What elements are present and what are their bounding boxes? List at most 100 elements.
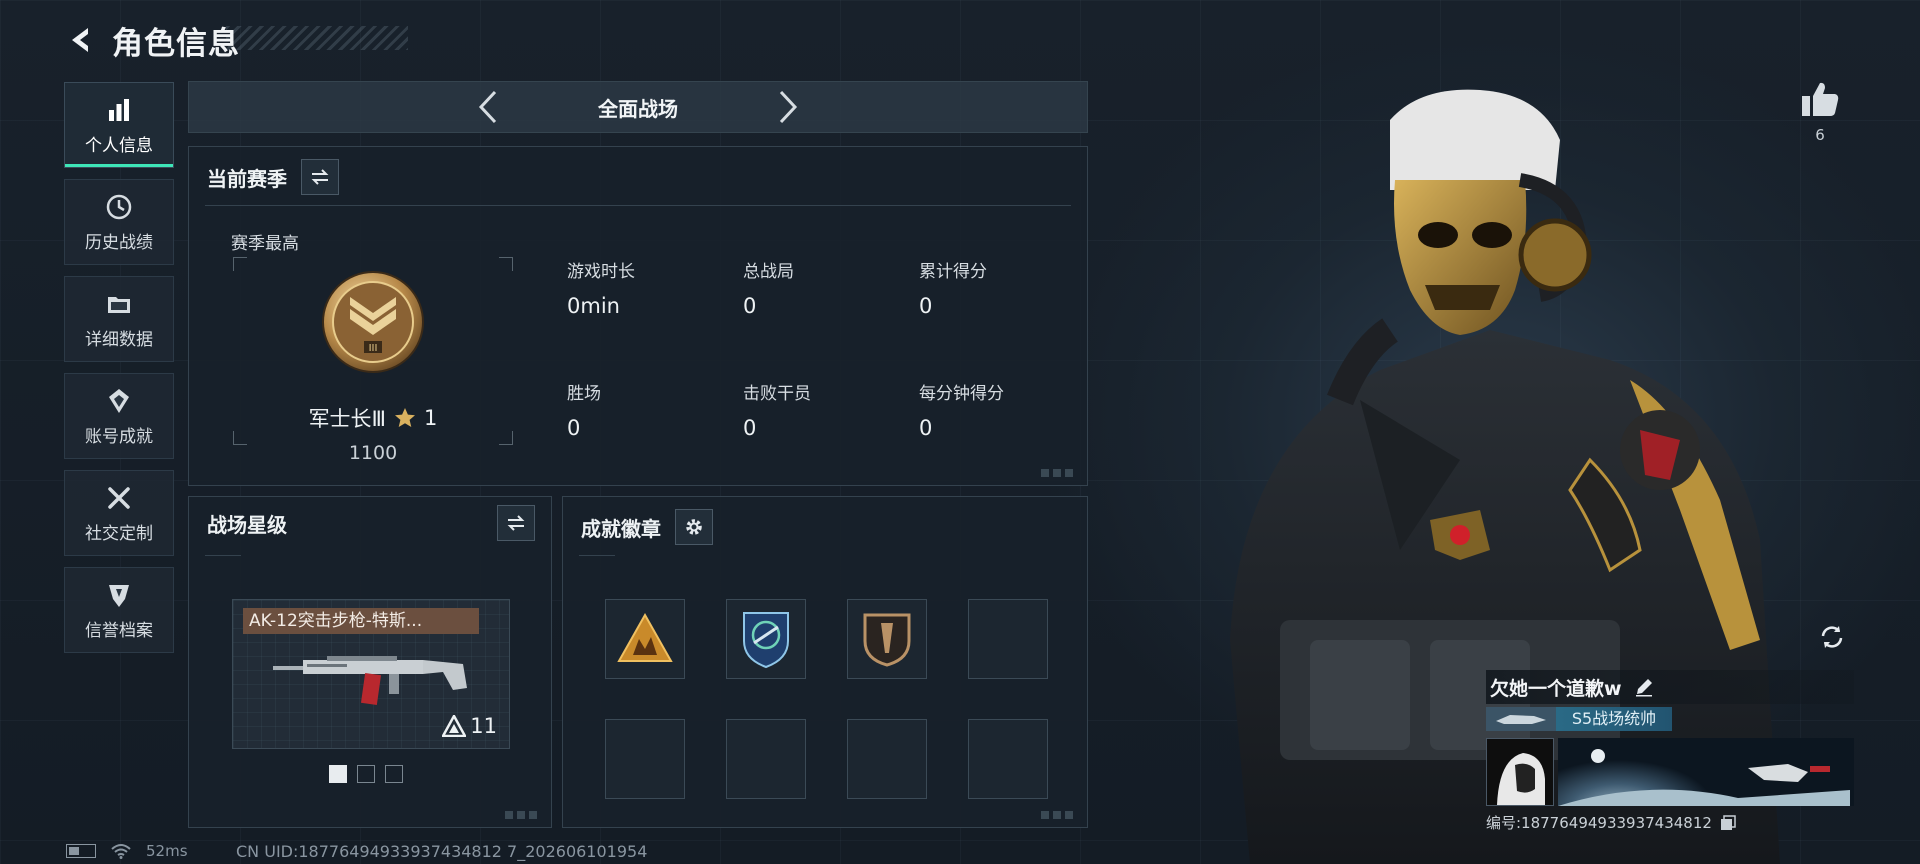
like-count: 6 [1815, 126, 1825, 144]
wifi-icon [111, 844, 131, 859]
pager-dot-2[interactable] [357, 765, 375, 783]
current-season-panel: 当前赛季 赛季最高 III 军士长Ⅲ 1 1100 游戏时长 0min 总战局 … [188, 146, 1088, 486]
rank-name: 军士长Ⅲ [308, 407, 387, 431]
player-title-row: S5战场统帅 [1486, 706, 1854, 732]
page-header: 角色信息 [64, 18, 240, 62]
mode-title: 全面战场 [598, 96, 678, 121]
player-title-badge: S5战场统帅 [1556, 707, 1672, 731]
history-icon [105, 192, 133, 222]
rotate-icon [1821, 626, 1843, 648]
prev-mode-chevron-left-icon[interactable] [468, 87, 508, 127]
player-profile-card: 欠她一个道歉w S5战场统帅 编号:18776494933937434812 [1486, 670, 1854, 836]
player-name-row: 欠她一个道歉w [1486, 670, 1854, 704]
nav-item-social-custom[interactable]: 社交定制 [64, 470, 174, 556]
nav-label: 个人信息 [85, 135, 153, 156]
switch-season-button[interactable] [301, 159, 339, 195]
bronze-shield-badge-icon [863, 613, 911, 667]
gear-icon [686, 519, 702, 535]
shield-icon [105, 580, 133, 610]
stat-play-time: 游戏时长 0min [567, 257, 635, 318]
stat-wins: 胜场 0 [567, 379, 601, 440]
stat-label: 胜场 [567, 384, 601, 404]
corner-decoration [1041, 811, 1077, 819]
badges-title: 成就徽章 [581, 516, 661, 541]
rank-emblem-icon: III [322, 271, 424, 373]
weapon-level-value: 11 [470, 714, 497, 738]
bar-chart-icon [105, 95, 133, 125]
stat-value: 0 [743, 294, 757, 318]
stat-kills: 击败干员 0 [743, 379, 811, 440]
golden-triangle-badge-icon [617, 612, 673, 662]
stat-label: 总战局 [743, 262, 794, 282]
weapon-pager [329, 765, 403, 783]
badge-slot-7[interactable] [847, 719, 927, 799]
nav-label: 信誉档案 [85, 620, 153, 641]
like-button[interactable]: 6 [1796, 80, 1844, 144]
corner-decoration [1041, 469, 1077, 477]
achievement-icon [105, 386, 133, 416]
season-best-label: 赛季最高 [231, 234, 299, 254]
page-title: 角色信息 [112, 25, 240, 62]
nav-item-personal-info[interactable]: 个人信息 [64, 82, 174, 168]
current-season-title: 当前赛季 [207, 166, 287, 191]
rank-frame: III 军士长Ⅲ 1 1100 [233, 257, 513, 464]
badge-slot-8[interactable] [968, 719, 1048, 799]
swap-icon [311, 169, 329, 185]
edit-pencil-icon[interactable] [1634, 677, 1654, 697]
weapon-card[interactable]: AK-12突击步枪-特斯... 11 [232, 599, 510, 749]
next-mode-chevron-right-icon[interactable] [768, 87, 808, 127]
status-bar: 52ms [66, 842, 188, 860]
battery-icon [66, 844, 96, 858]
stat-label: 每分钟得分 [919, 384, 1004, 404]
pager-dot-3[interactable] [385, 765, 403, 783]
stat-value: 0 [567, 416, 581, 440]
weapon-name: AK-12突击步枪-特斯... [243, 608, 479, 634]
stat-total-score: 累计得分 0 [919, 257, 987, 318]
thumbs-up-icon [1802, 82, 1839, 116]
badge-slot-4[interactable] [968, 599, 1048, 679]
ping-value: 52ms [146, 842, 188, 860]
profile-banner[interactable] [1558, 738, 1854, 806]
nav-label: 账号成就 [85, 426, 153, 447]
stat-value: 0min [567, 294, 620, 318]
back-arrow-icon[interactable] [64, 23, 98, 57]
folder-icon [105, 289, 133, 319]
triangle-rank-icon [442, 715, 467, 737]
swap-icon [507, 515, 525, 531]
badge-slot-6[interactable] [726, 719, 806, 799]
title-stripe-decoration [226, 26, 408, 50]
avatar[interactable] [1486, 738, 1554, 806]
nav-item-reputation[interactable]: 信誉档案 [64, 567, 174, 653]
rotate-character-button[interactable] [1810, 615, 1854, 659]
player-id-row: 编号:18776494933937434812 [1486, 812, 1854, 833]
stat-value: 0 [743, 416, 757, 440]
nav-item-history[interactable]: 历史战绩 [64, 179, 174, 265]
badge-slot-1[interactable] [605, 599, 685, 679]
badge-slot-2[interactable] [726, 599, 806, 679]
wrench-icon [105, 483, 133, 513]
badge-slot-5[interactable] [605, 719, 685, 799]
stat-label: 累计得分 [919, 262, 987, 282]
stat-value: 0 [919, 294, 933, 318]
switch-weapon-button[interactable] [497, 505, 535, 541]
badge-slot-3[interactable] [847, 599, 927, 679]
nav-item-detailed-data[interactable]: 详细数据 [64, 276, 174, 362]
player-id: 编号:18776494933937434812 [1486, 814, 1712, 832]
mode-switcher: 全面战场 [188, 81, 1088, 133]
nav-label: 社交定制 [85, 523, 153, 544]
star-level-panel: 战场星级 AK-12突击步枪-特斯... 11 [188, 496, 552, 828]
rank-stars: 1 [424, 406, 438, 430]
stat-total-matches: 总战局 0 [743, 257, 794, 318]
rank-score: 1100 [348, 442, 398, 464]
side-nav: 个人信息 历史战绩 详细数据 账号成就 社交定制 信誉档案 [64, 82, 174, 664]
copy-icon[interactable] [1720, 814, 1736, 831]
stat-label: 游戏时长 [567, 262, 635, 282]
nav-item-achievements[interactable]: 账号成就 [64, 373, 174, 459]
pager-dot-1[interactable] [329, 765, 347, 783]
star-level-title: 战场星级 [207, 513, 287, 537]
rifle-image [273, 656, 467, 705]
rank-line: 军士长Ⅲ 1 [233, 403, 513, 433]
stat-score-per-min: 每分钟得分 0 [919, 379, 1004, 440]
weapon-star-level: 11 [442, 714, 497, 738]
badge-settings-button[interactable] [675, 509, 713, 545]
